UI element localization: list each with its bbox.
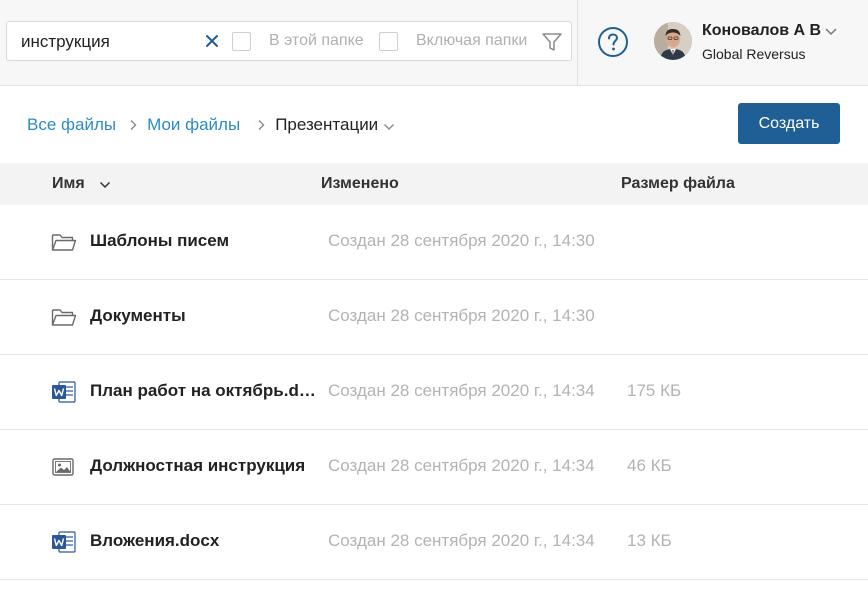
search-box: В этой папке Включая папки [6,21,572,61]
file-modified: Создан 28 сентября 2020 г., 14:34 [328,456,595,475]
top-bar: В этой папке Включая папки Коновалов А В… [0,0,868,86]
file-modified: Создан 28 сентября 2020 г., 14:34 [328,531,595,550]
breadcrumb-all-files[interactable]: Все файлы [27,115,116,135]
table-row[interactable]: Вложения.docx Создан 28 сентября 2020 г.… [0,505,868,580]
include-folders-checkbox[interactable] [379,32,398,51]
folder-icon [51,309,77,326]
help-icon[interactable] [597,26,629,58]
include-folders-label: Включая папки [416,32,528,49]
file-size: 175 КБ [627,381,682,400]
chevron-right-icon [258,120,265,130]
file-modified: Создан 28 сентября 2020 г., 14:30 [328,306,595,325]
avatar[interactable] [654,22,692,60]
chevron-down-icon[interactable] [383,123,395,131]
table-row[interactable]: Шаблоны писем Создан 28 сентября 2020 г.… [0,205,868,280]
column-header-name[interactable]: Имя [52,175,85,193]
chevron-right-icon [130,120,137,130]
image-file-icon [52,458,74,476]
word-doc-icon [52,531,76,553]
table-row[interactable]: Должностная инструкция Создан 28 сентябр… [0,430,868,505]
table-row[interactable]: Документы Создан 28 сентября 2020 г., 14… [0,280,868,355]
breadcrumb-my-files[interactable]: Мои файлы [147,115,240,135]
user-menu-chevron-down-icon[interactable] [824,26,838,36]
file-name[interactable]: Вложения.docx [90,531,326,551]
word-doc-icon [52,381,76,403]
file-name[interactable]: Документы [90,306,326,326]
column-header-size[interactable]: Размер файла [621,175,735,193]
file-modified: Создан 28 сентября 2020 г., 14:30 [328,231,595,250]
file-name[interactable]: План работ на октябрь.docx [90,381,326,401]
file-name[interactable]: Шаблоны писем [90,231,326,251]
filter-icon[interactable] [541,31,563,53]
in-this-folder-checkbox[interactable] [232,32,251,51]
folder-icon [51,234,77,251]
table-header: Имя Изменено Размер файла [0,163,868,205]
file-size: 46 КБ [627,456,672,475]
breadcrumb-current[interactable]: Презентации [275,115,378,135]
column-header-modified[interactable]: Изменено [321,175,399,193]
file-size: 13 КБ [627,531,672,550]
user-name[interactable]: Коновалов А В [702,22,821,40]
sort-chevron-down-icon[interactable] [99,181,111,189]
table-row[interactable]: План работ на октябрь.docx Создан 28 сен… [0,355,868,430]
search-input[interactable] [21,31,201,53]
file-modified: Создан 28 сентября 2020 г., 14:34 [328,381,595,400]
in-this-folder-label: В этой папке [269,32,364,49]
header-divider [577,0,578,86]
breadcrumb: Все файлы Мои файлы Презентации [27,114,395,136]
user-company: Global Reversus [702,46,806,62]
clear-search-icon[interactable] [203,32,221,50]
create-button[interactable]: Создать [738,103,840,144]
user-photo-icon [654,22,692,60]
file-name[interactable]: Должностная инструкция [90,456,326,476]
